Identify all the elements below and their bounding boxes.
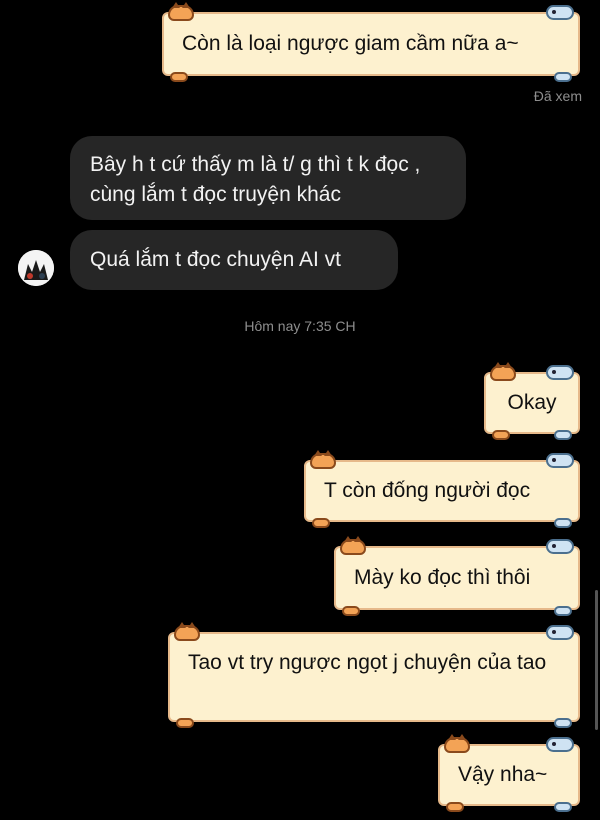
message-bubble-outgoing[interactable]: Tao vt try ngược ngọt j chuyện của tao bbox=[168, 622, 580, 728]
dog-icon bbox=[546, 539, 574, 554]
message-text: Còn là loại ngược giam cầm nữa a~ bbox=[182, 32, 519, 55]
message-text: Vậy nha~ bbox=[458, 763, 548, 786]
dog-icon bbox=[546, 625, 574, 640]
cat-icon bbox=[174, 622, 200, 641]
paw-icon bbox=[342, 606, 360, 616]
message-text: Quá lắm t đọc chuyện AI vt bbox=[90, 248, 341, 271]
message-bubble-outgoing[interactable]: Vậy nha~ bbox=[438, 734, 580, 812]
cat-icon bbox=[490, 362, 516, 381]
paw-icon bbox=[176, 718, 194, 728]
cat-icon bbox=[340, 536, 366, 555]
message-bubble-outgoing[interactable]: Okay bbox=[484, 362, 580, 440]
paw-icon bbox=[554, 718, 572, 728]
message-bubble-outgoing[interactable]: T còn đống người đọc bbox=[304, 450, 580, 528]
message-text: Mày ko đọc thì thôi bbox=[354, 566, 531, 589]
cat-icon bbox=[310, 450, 336, 469]
dog-icon bbox=[546, 365, 574, 380]
dog-icon bbox=[546, 5, 574, 20]
message-bubble-incoming[interactable]: Bây h t cứ thấy m là t/ g thì t k đọc , … bbox=[70, 136, 466, 220]
message-bubble-outgoing[interactable]: Còn là loại ngược giam cầm nữa a~ bbox=[162, 2, 580, 82]
paw-icon bbox=[554, 518, 572, 528]
message-bubble-outgoing[interactable]: Mày ko đọc thì thôi bbox=[334, 536, 580, 616]
cat-icon bbox=[444, 734, 470, 753]
message-bubble-incoming[interactable]: Quá lắm t đọc chuyện AI vt bbox=[70, 230, 398, 290]
avatar-icon[interactable] bbox=[18, 250, 54, 286]
paw-icon bbox=[554, 606, 572, 616]
chat-screen: Còn là loại ngược giam cầm nữa a~ Đã xem… bbox=[0, 0, 600, 820]
paw-icon bbox=[170, 72, 188, 82]
seen-status: Đã xem bbox=[533, 88, 582, 104]
paw-icon bbox=[554, 72, 572, 82]
paw-icon bbox=[492, 430, 510, 440]
message-text: T còn đống người đọc bbox=[324, 479, 531, 502]
paw-icon bbox=[446, 802, 464, 812]
scrollbar[interactable] bbox=[595, 590, 598, 730]
dog-icon bbox=[546, 737, 574, 752]
dog-icon bbox=[546, 453, 574, 468]
paw-icon bbox=[312, 518, 330, 528]
message-text: Okay bbox=[507, 391, 557, 414]
paw-icon bbox=[554, 802, 572, 812]
chat-timestamp: Hôm nay 7:35 CH bbox=[244, 318, 356, 334]
paw-icon bbox=[554, 430, 572, 440]
cat-icon bbox=[168, 2, 194, 21]
message-text: Bây h t cứ thấy m là t/ g thì t k đọc , … bbox=[90, 153, 421, 206]
message-text: Tao vt try ngược ngọt j chuyện của tao bbox=[188, 651, 547, 674]
